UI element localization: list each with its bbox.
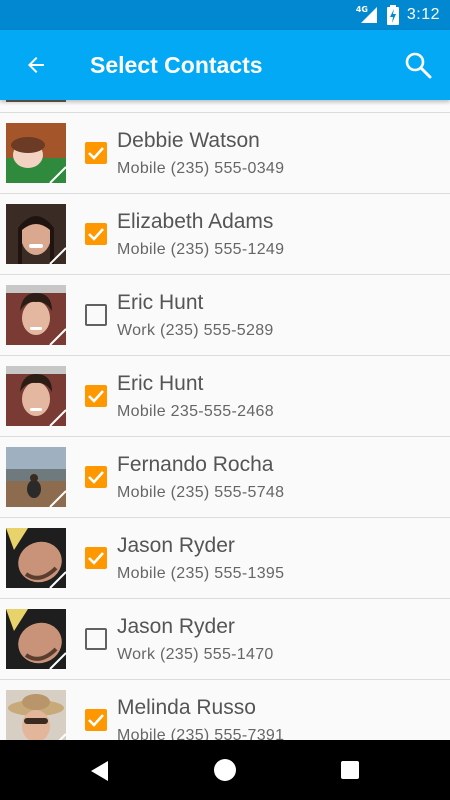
app-bar: Select Contacts [0,30,450,100]
status-bar: 4G 3:12 [0,0,450,30]
contact-checkbox[interactable] [85,223,107,245]
contact-phone: Work (235) 555-5289 [117,322,274,339]
contact-photo [6,609,66,669]
contact-name: Elizabeth Adams [117,210,274,233]
contact-row[interactable]: Jason Ryder Mobile (235) 555-1395 [0,518,450,599]
contact-photo [6,123,66,183]
contact-row[interactable]: Elizabeth Adams Mobile (235) 555-1249 [0,194,450,275]
contact-photo [6,447,66,507]
contact-checkbox[interactable] [85,628,107,650]
battery-charging-icon [386,5,399,25]
contact-checkbox[interactable] [85,547,107,569]
contact-row[interactable]: Debbie Watson Mobile (235) 555-0349 [0,113,450,194]
list-item-partial[interactable] [0,100,450,113]
contact-name: Jason Ryder [117,615,235,638]
contact-checkbox[interactable] [85,385,107,407]
network-type: 4G [355,5,368,14]
contact-name: Fernando Rocha [117,453,274,476]
contact-name: Melinda Russo [117,696,256,719]
arrow-back-icon[interactable] [18,47,54,83]
contact-name: Eric Hunt [117,372,204,395]
contact-phone: Mobile (235) 555-7391 [117,727,285,740]
contact-row[interactable]: Melinda Russo Mobile (235) 555-7391 [0,680,450,740]
status-time: 3:12 [406,6,440,23]
contact-name: Debbie Watson [117,129,260,152]
contact-row[interactable]: Eric Hunt Work (235) 555-5289 [0,275,450,356]
nav-back-icon[interactable] [90,760,110,786]
contact-checkbox[interactable] [85,466,107,488]
page-title: Select Contacts [90,52,263,78]
contact-photo [6,690,66,740]
search-icon[interactable] [400,47,436,83]
contact-phone: Mobile 235-555-2468 [117,403,274,420]
contact-phone: Mobile (235) 555-1249 [117,241,285,258]
contact-photo [6,528,66,588]
nav-home-icon[interactable] [214,759,236,781]
contact-row[interactable]: Jason Ryder Work (235) 555-1470 [0,599,450,680]
contact-row[interactable]: Eric Hunt Mobile 235-555-2468 [0,356,450,437]
contact-checkbox[interactable] [85,709,107,731]
contact-name: Eric Hunt [117,291,204,314]
contact-checkbox[interactable] [85,142,107,164]
contact-phone: Mobile (235) 555-1395 [117,565,285,582]
nav-recents-icon[interactable] [341,761,359,779]
contact-phone: Mobile (235) 555-5748 [117,484,285,501]
contact-photo [6,100,66,102]
contact-photo [6,366,66,426]
contact-photo [6,285,66,345]
contact-phone: Work (235) 555-1470 [117,646,274,663]
contact-name: Jason Ryder [117,534,235,557]
contact-checkbox[interactable] [85,304,107,326]
system-nav-bar [0,740,450,800]
contact-list[interactable]: Debbie Watson Mobile (235) 555-0349 Eliz… [0,100,450,740]
contact-row[interactable]: Fernando Rocha Mobile (235) 555-5748 [0,437,450,518]
contact-phone: Mobile (235) 555-0349 [117,160,285,177]
signal-icon: 4G [355,5,379,24]
contact-photo [6,204,66,264]
